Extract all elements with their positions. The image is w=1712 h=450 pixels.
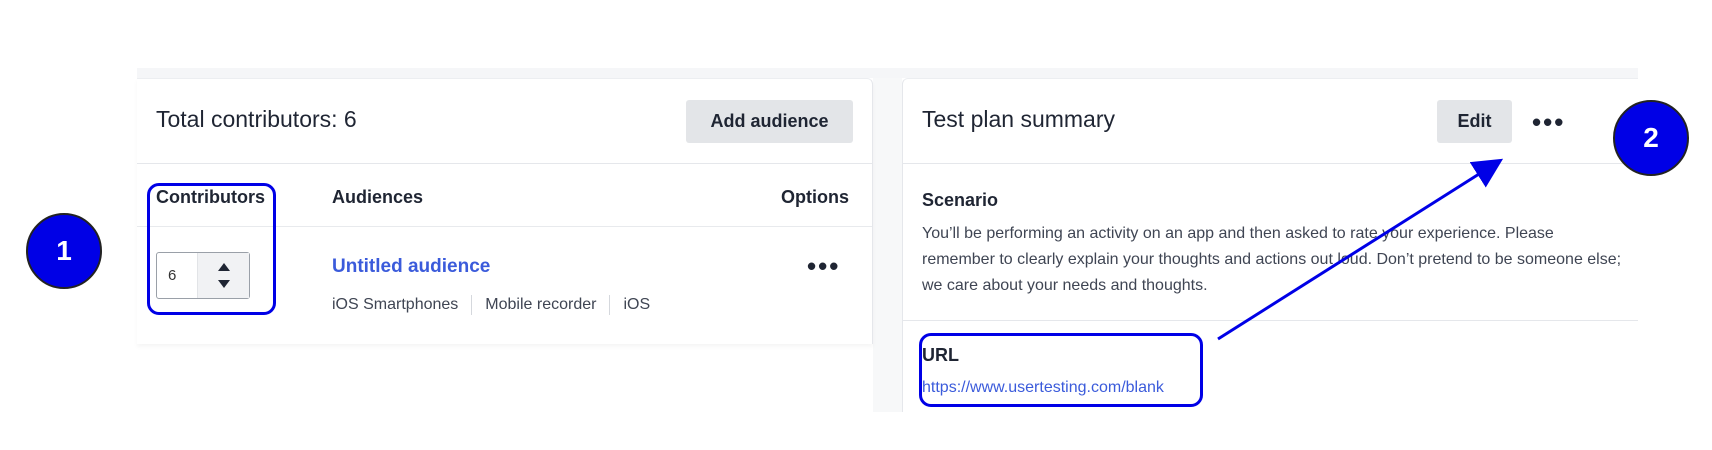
annotation-badge-2: 2 bbox=[1613, 100, 1689, 176]
arrow-line bbox=[1217, 158, 1504, 341]
annotation-badge-1: 1 bbox=[26, 213, 102, 289]
annotation-arrow bbox=[1217, 158, 1504, 341]
